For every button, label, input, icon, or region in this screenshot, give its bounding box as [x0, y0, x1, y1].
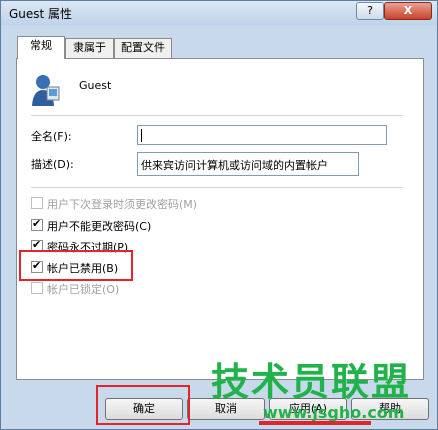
help-titlebar-button[interactable]: ? [356, 2, 384, 20]
watermark-url: www.jsgho.com [263, 403, 405, 422]
separator [31, 187, 403, 188]
watermark-logo: 技术员联盟 [211, 360, 412, 404]
account-locked-checkbox[interactable] [31, 282, 43, 294]
description-field[interactable]: 供来宾访问计算机或访问域的内置帐户 [137, 152, 359, 176]
description-label: 描述(D): [31, 158, 74, 171]
user-avatar-icon [32, 75, 60, 106]
description-value: 供来宾访问计算机或访问域的内置帐户 [141, 159, 328, 172]
properties-dialog: Guest 属性 ? X 常规 隶属于 配置文件 Guest 全名(F): 描述… [0, 0, 438, 430]
user-name: Guest [79, 79, 112, 92]
fullname-field[interactable] [137, 125, 387, 145]
text-caret [141, 129, 142, 142]
account-locked-label: 帐户已锁定(O) [47, 283, 120, 296]
highlight-box [19, 250, 133, 281]
fullname-label: 全名(F): [31, 130, 72, 143]
cannot-change-password-label: 用户不能更改密码(C) [47, 220, 152, 233]
window-title: Guest 属性 [9, 7, 73, 21]
general-tab-panel: Guest 全名(F): 描述(D): 供来宾访问计算机或访问域的内置帐户 用户… [16, 58, 424, 380]
tab-profile[interactable]: 配置文件 [114, 38, 172, 58]
check-mark-icon: ✔ [32, 217, 42, 230]
title-bar: Guest 属性 ? X [1, 1, 437, 25]
tab-member-of[interactable]: 隶属于 [65, 38, 114, 58]
close-button[interactable]: X [384, 2, 432, 20]
highlight-box [96, 385, 190, 425]
watermark-underline [259, 421, 371, 425]
must-change-password-checkbox[interactable] [31, 197, 43, 209]
tab-general[interactable]: 常规 [17, 36, 65, 59]
must-change-password-label: 用户下次登录时须更改密码(M) [47, 198, 198, 211]
separator [31, 115, 403, 116]
cannot-change-password-checkbox[interactable]: ✔ [31, 217, 43, 231]
